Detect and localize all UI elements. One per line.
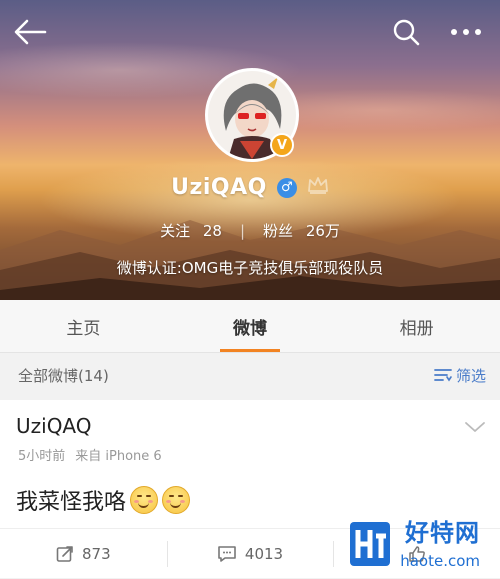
crown-icon[interactable]	[307, 175, 329, 200]
post-meta: 5小时前 来自 iPhone 6	[18, 445, 162, 464]
fans-stat[interactable]: 粉丝 26万	[263, 220, 340, 241]
tab-home[interactable]: 主页	[0, 300, 167, 352]
male-icon: ♂	[276, 177, 297, 198]
post-menu-button[interactable]	[464, 418, 486, 437]
back-button[interactable]	[12, 14, 48, 50]
repost-button[interactable]: 873	[0, 529, 167, 579]
post-source: 来自 iPhone 6	[75, 449, 162, 464]
post-content: 我菜怪我咯	[16, 484, 191, 516]
tab-weibo[interactable]: 微博	[167, 300, 334, 352]
post-author[interactable]: UziQAQ	[16, 414, 92, 438]
watermark-logo-icon	[350, 522, 390, 566]
more-dots-icon	[451, 29, 481, 35]
verification-text: 微博认证:OMG电子竞技俱乐部现役队员	[116, 259, 384, 277]
comment-button[interactable]: 4013	[166, 529, 334, 579]
post-time: 5小时前	[18, 449, 66, 464]
follow-stats: 关注 28 | 粉丝 26万	[0, 220, 500, 241]
chevron-down-icon	[465, 422, 485, 432]
post-text: 我菜怪我咯	[16, 490, 127, 515]
cover-mountains	[0, 220, 500, 300]
all-posts-count[interactable]: 全部微博(14)	[18, 365, 109, 386]
following-stat[interactable]: 关注 28	[160, 220, 222, 241]
filter-icon	[434, 369, 452, 382]
following-count: 28	[202, 222, 222, 240]
filter-button[interactable]: 筛选	[434, 365, 486, 386]
post-filter-bar: 全部微博(14) 筛选	[0, 353, 500, 397]
profile-name-row: UziQAQ ♂	[0, 175, 500, 200]
search-button[interactable]	[388, 14, 424, 50]
crown-icon-glyph	[307, 177, 328, 194]
tab-album[interactable]: 相册	[333, 300, 500, 352]
verified-badge: V	[270, 133, 294, 157]
smile-emoji-icon	[130, 486, 159, 514]
following-label: 关注	[160, 222, 191, 240]
fans-label: 粉丝	[263, 222, 294, 240]
arrow-left-icon	[14, 19, 47, 45]
smile-emoji-icon	[162, 486, 191, 514]
profile-username: UziQAQ	[171, 175, 267, 200]
profile-tabs: 主页 微博 相册	[0, 300, 500, 353]
watermark-url: haote.com	[400, 552, 480, 570]
watermark-logo-text: 好特网	[405, 519, 480, 547]
filter-label: 筛选	[455, 366, 486, 385]
comment-icon	[218, 546, 236, 562]
fans-count: 26万	[305, 222, 340, 240]
stat-divider: |	[239, 221, 246, 240]
repost-count: 873	[82, 545, 111, 563]
comment-count: 4013	[244, 545, 284, 563]
search-icon	[393, 19, 420, 46]
repost-icon	[56, 546, 73, 562]
site-watermark: 好特网 haote.com	[350, 518, 500, 578]
more-button[interactable]	[448, 14, 484, 50]
